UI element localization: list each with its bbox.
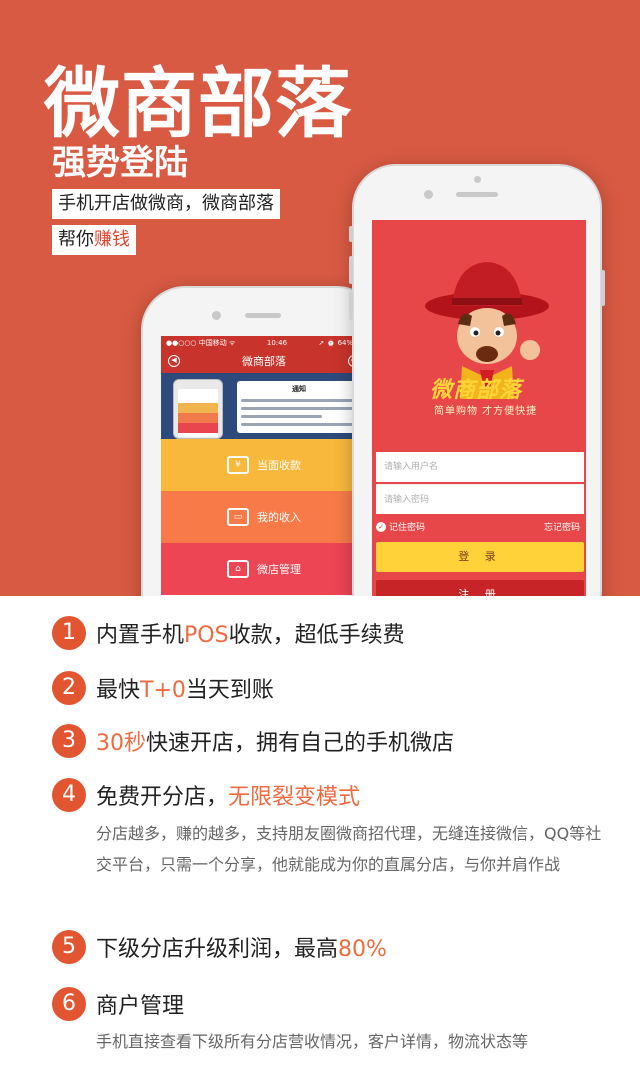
camera-icon bbox=[212, 311, 221, 320]
login-screen: 微商部落 简单购物 才方便快捷 请输入用户名 请输入密码 ✓ 记住密码 忘记密码… bbox=[372, 220, 586, 596]
feature-highlight: T+0 bbox=[140, 678, 186, 703]
remember-password-checkbox[interactable]: ✓ 记住密码 bbox=[376, 520, 425, 533]
power-button bbox=[601, 270, 605, 306]
phone-mockup-left: ●●○○○ 中国移动 ᯤ 10:46 ➚ ⏰ 64% ▭ ◀ 微商部落 ● 通知… bbox=[141, 286, 381, 596]
menu-item-collect-payment[interactable]: ¥ 当面收款 bbox=[161, 439, 367, 491]
feature-text: 商户管理 bbox=[96, 994, 185, 1019]
feature-item-4: 4 免费开分店，无限裂变模式 bbox=[52, 778, 360, 812]
feature-text: 收款，超低手续费 bbox=[228, 623, 405, 648]
hero-subtitle: 强势登陆 bbox=[52, 143, 188, 183]
feature-description-4: 分店越多，赚的越多，支持朋友圈微商招代理，无缝连接微信，QQ等社交平台，只需一个… bbox=[96, 824, 602, 874]
feature-item-2: 2 最快T+0当天到账 bbox=[52, 671, 274, 705]
feature-number: 5 bbox=[52, 930, 86, 964]
feature-item-3: 3 30秒快速开店，拥有自己的手机微店 bbox=[52, 724, 454, 758]
notice-banner[interactable]: 通知 bbox=[161, 373, 367, 439]
feature-number: 4 bbox=[52, 778, 86, 812]
hero-tagline-2: 帮你赚钱 bbox=[52, 225, 136, 255]
speaker-grille bbox=[245, 313, 281, 318]
feature-text: 当天到账 bbox=[185, 678, 274, 703]
feature-highlight: 无限裂变模式 bbox=[228, 785, 361, 810]
app-navbar: ◀ 微商部落 ● bbox=[161, 349, 367, 373]
app-logo-text: 微商部落 bbox=[430, 378, 523, 403]
feature-number: 6 bbox=[52, 987, 86, 1021]
remember-label: 记住密码 bbox=[389, 523, 426, 533]
menu-item-shop-management[interactable]: ⌂ 微店管理 bbox=[161, 543, 367, 595]
feature-highlight: 80% bbox=[338, 937, 387, 962]
notice-title: 通知 bbox=[292, 385, 306, 393]
feature-number: 1 bbox=[52, 616, 86, 650]
check-icon: ✓ bbox=[376, 521, 386, 532]
forgot-password-link[interactable]: 忘记密码 bbox=[544, 520, 580, 533]
status-bar: ●●○○○ 中国移动 ᯤ 10:46 ➚ ⏰ 64% ▭ bbox=[161, 336, 367, 349]
mute-switch bbox=[349, 226, 353, 242]
hero-title: 微商部落 bbox=[44, 59, 352, 148]
phone-mockup-right: 微商部落 简单购物 才方便快捷 请输入用户名 请输入密码 ✓ 记住密码 忘记密码… bbox=[349, 164, 605, 596]
wallet-icon: ▭ bbox=[227, 508, 249, 526]
speaker-grille bbox=[456, 192, 498, 197]
username-input[interactable]: 请输入用户名 bbox=[376, 452, 584, 482]
feature-title: 免费开分店，无限裂变模式 bbox=[96, 779, 360, 811]
menu-label: 我的收入 bbox=[257, 511, 301, 524]
feature-number: 2 bbox=[52, 671, 86, 705]
menu-label: 当面收款 bbox=[257, 459, 301, 472]
feature-text: 下级分店升级利润，最高 bbox=[96, 937, 339, 962]
feature-number: 3 bbox=[52, 724, 86, 758]
tagline-prefix: 帮你 bbox=[58, 229, 94, 250]
status-carrier: ●●○○○ 中国移动 ᯤ bbox=[166, 338, 236, 347]
mini-phone-illustration bbox=[173, 379, 223, 439]
login-button[interactable]: 登 录 bbox=[376, 542, 584, 572]
feature-description-6: 手机直接查看下级所有分店营收情况，客户详情，物流状态等 bbox=[96, 1032, 529, 1051]
feature-text: 最快 bbox=[96, 678, 141, 703]
feature-title: 30秒快速开店，拥有自己的手机微店 bbox=[96, 725, 454, 757]
hero-tagline-1: 手机开店做微商，微商部落 bbox=[52, 189, 280, 219]
feature-item-6: 6 商户管理 bbox=[52, 987, 184, 1021]
menu-label: 微店管理 bbox=[257, 563, 301, 576]
feature-text: 免费开分店， bbox=[96, 785, 229, 810]
feature-text: 快速开店，拥有自己的手机微店 bbox=[146, 731, 455, 756]
hero-banner: 微商部落 强势登陆 手机开店做微商，微商部落 帮你赚钱 ●●○○○ 中国移动 ᯤ… bbox=[0, 0, 640, 596]
feature-title: 商户管理 bbox=[96, 988, 184, 1020]
feature-list: 1 内置手机POS收款，超低手续费 2 最快T+0当天到账 3 30秒快速开店，… bbox=[0, 596, 640, 1091]
notice-card: 通知 bbox=[237, 381, 361, 433]
front-sensor-icon bbox=[424, 190, 433, 199]
back-icon[interactable]: ◀ bbox=[168, 355, 180, 367]
status-time: 10:46 bbox=[266, 338, 288, 347]
tagline-highlight: 赚钱 bbox=[94, 229, 130, 250]
nav-title: 微商部落 bbox=[242, 355, 286, 368]
feature-title: 下级分店升级利润，最高80% bbox=[96, 931, 387, 963]
storefront-icon: ⌂ bbox=[227, 560, 249, 578]
menu-item-my-income[interactable]: ▭ 我的收入 bbox=[161, 491, 367, 543]
feature-title: 内置手机POS收款，超低手续费 bbox=[96, 617, 405, 649]
register-button[interactable]: 注 册 bbox=[376, 580, 584, 596]
feature-text: 内置手机 bbox=[96, 623, 185, 648]
password-input[interactable]: 请输入密码 bbox=[376, 484, 584, 514]
feature-item-1: 1 内置手机POS收款，超低手续费 bbox=[52, 616, 405, 650]
volume-down-button bbox=[349, 292, 353, 320]
feature-item-5: 5 下级分店升级利润，最高80% bbox=[52, 930, 387, 964]
left-phone-screen: ●●○○○ 中国移动 ᯤ 10:46 ➚ ⏰ 64% ▭ ◀ 微商部落 ● 通知… bbox=[161, 336, 367, 596]
camera-icon bbox=[474, 176, 481, 183]
payment-terminal-icon: ¥ bbox=[227, 456, 249, 474]
feature-highlight: 30秒 bbox=[96, 731, 146, 756]
volume-up-button bbox=[349, 256, 353, 284]
app-slogan: 简单购物 才方便快捷 bbox=[434, 406, 538, 417]
feature-title: 最快T+0当天到账 bbox=[96, 672, 274, 704]
feature-highlight: POS bbox=[184, 623, 229, 648]
